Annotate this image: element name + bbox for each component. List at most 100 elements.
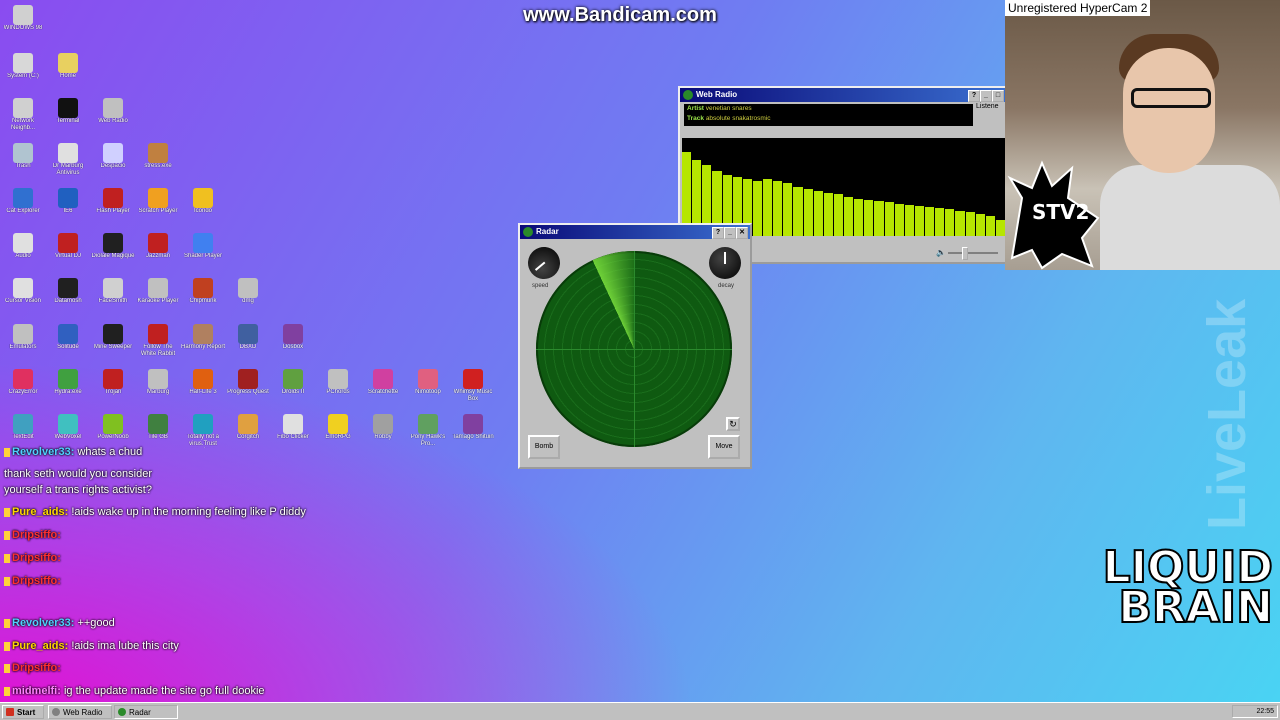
desktop-icon-label: Network Neighb...: [10, 118, 35, 131]
desktop-icon-label: Trojan: [104, 389, 122, 395]
desktop-icon[interactable]: Mine Sweeper: [91, 323, 135, 368]
maximize-button[interactable]: □: [992, 90, 1004, 102]
desktop-icon[interactable]: Dr Marburg Antivirus: [46, 142, 90, 187]
desktop-icon[interactable]: Marburg: [136, 368, 180, 413]
desktop-icon[interactable]: Chipmunk: [181, 277, 225, 322]
desktop-icon[interactable]: Virtual DJ: [46, 232, 90, 277]
desktop-icon[interactable]: Despacio: [91, 142, 135, 187]
refresh-button[interactable]: ↻: [726, 417, 740, 431]
desktop-icon[interactable]: EmoRPG: [316, 413, 360, 458]
radar-help-button[interactable]: ?: [712, 227, 724, 239]
desktop-icon-label: Emulators: [9, 344, 37, 350]
desktop-icon[interactable]: Whimsy Music Box: [451, 368, 495, 413]
desktop-icon[interactable]: Droids II: [271, 368, 315, 413]
desktop-icon[interactable]: Fibo Clicker: [271, 413, 315, 458]
desktop-icon[interactable]: Dosbox: [271, 323, 315, 368]
radio-icon: [103, 98, 123, 118]
bomb-button[interactable]: Bomb: [528, 435, 560, 459]
desktop-icon-label: Corgitch: [236, 434, 260, 440]
desktop-icon-label: Trash: [15, 163, 31, 169]
eye-icon: [58, 278, 78, 298]
desktop-icon[interactable]: Flash Player: [91, 187, 135, 232]
desktop-icon[interactable]: Half-Life 3: [181, 368, 225, 413]
desktop-icon[interactable]: Hydra.exe: [46, 368, 90, 413]
volume-icon[interactable]: 🔈: [936, 248, 946, 257]
radar-title: Radar: [536, 227, 559, 236]
visualizer-bar: [985, 216, 995, 236]
desktop-icon[interactable]: FaceSmith: [91, 277, 135, 322]
desktop-icon[interactable]: Trash: [1, 142, 45, 187]
radar-minimize-button[interactable]: _: [724, 227, 736, 239]
gameboy-icon: [148, 414, 168, 434]
desktop-icon-label: Jazzman: [145, 253, 170, 259]
desktop-icon[interactable]: Network Neighb...: [1, 97, 45, 142]
visualizer-bar: [904, 204, 914, 236]
desktop-icon-label: Despacio: [100, 163, 126, 169]
desktop-icon[interactable]: Robby: [361, 413, 405, 458]
desktop-icon[interactable]: Shader Player: [181, 232, 225, 277]
desktop-icon[interactable]: Progress Quest: [226, 368, 270, 413]
desktop-icon[interactable]: Emulators: [1, 323, 45, 368]
tray-clock[interactable]: 22:55: [1256, 708, 1274, 715]
speed-knob[interactable]: [521, 240, 567, 286]
radar-close-button[interactable]: ✕: [736, 227, 748, 239]
desktop-icon[interactable]: Terminal: [46, 97, 90, 142]
desktop-icon[interactable]: Audio: [1, 232, 45, 277]
move-button[interactable]: Move: [708, 435, 740, 459]
radar-scope[interactable]: [536, 251, 732, 447]
desktop-icon-label: Audio: [15, 253, 31, 259]
textedit-icon: [13, 414, 33, 434]
desktop-icon[interactable]: WINDOWS 98: [1, 4, 45, 49]
taskbar-radar[interactable]: Radar: [114, 705, 178, 719]
radar-window[interactable]: Radar ? _ ✕ speed decay ↻ Bomb Move: [518, 223, 752, 469]
desktop-icon[interactable]: Nimotoop: [406, 368, 450, 413]
desktop-icon[interactable]: IE6: [46, 187, 90, 232]
desktop-icon[interactable]: DBXD: [226, 323, 270, 368]
desktop-icon[interactable]: PChords: [316, 368, 360, 413]
start-button[interactable]: Start: [2, 705, 44, 719]
chat-badge-icon: [4, 553, 10, 563]
desktop-icon[interactable]: Karaoke Player: [136, 277, 180, 322]
desktop-icon[interactable]: Totally not a virus.Trust me...im a dolp…: [181, 413, 225, 458]
desktop-icon[interactable]: Harmony Report: [181, 323, 225, 368]
decay-knob[interactable]: [709, 247, 741, 279]
radar-titlebar[interactable]: Radar ? _ ✕: [520, 225, 750, 239]
taskbar-web-radio[interactable]: Web Radio: [48, 705, 112, 719]
chat-text: yourself a trans rights activist?: [4, 484, 152, 496]
desktop-icon[interactable]: Pony Hawk's Pro...: [406, 413, 450, 458]
desktop-icon[interactable]: Solitude: [46, 323, 90, 368]
desktop-icon[interactable]: Scratchette: [361, 368, 405, 413]
desktop-icon[interactable]: stress.exe: [136, 142, 180, 187]
desktop-icon[interactable]: Cat Explorer: [1, 187, 45, 232]
bottle-icon: [58, 324, 78, 344]
desktop-icon[interactable]: Web Radio: [91, 97, 135, 142]
desktop-icon[interactable]: Tamago Shituin: [451, 413, 495, 458]
volume-slider-thumb[interactable]: [962, 247, 968, 260]
minimize-button[interactable]: _: [980, 90, 992, 102]
chat-badge-icon: [4, 576, 10, 586]
desktop-icon[interactable]: dmg: [226, 277, 270, 322]
desktop-icon[interactable]: Corgitch: [226, 413, 270, 458]
brush-icon: [103, 143, 123, 163]
volume-slider[interactable]: [948, 252, 998, 254]
web-radio-titlebar[interactable]: Web Radio ? _ □: [680, 88, 1006, 102]
desktop-icon[interactable]: CrazyError: [1, 368, 45, 413]
streamer-head: [1123, 48, 1215, 173]
help-button[interactable]: ?: [968, 90, 980, 102]
desktop-icon[interactable]: Jazzman: [136, 232, 180, 277]
face-icon: [103, 278, 123, 298]
desktop-icon[interactable]: Datamosh: [46, 277, 90, 322]
desktop-icon[interactable]: Cursor Vision: [1, 277, 45, 322]
desktop-icon[interactable]: Follow The White Rabbit: [136, 323, 180, 368]
chat-username: Dripsiffo:: [12, 575, 61, 587]
desktop-icon[interactable]: Icondo: [181, 187, 225, 232]
desktop-icon[interactable]: Home: [46, 52, 90, 97]
chat-username: Pure_aids:: [12, 506, 69, 518]
visualizer-bar: [793, 187, 803, 236]
desktop-icon[interactable]: Scratch Player: [136, 187, 180, 232]
desktop-icon[interactable]: Tile GB: [136, 413, 180, 458]
desktop-icon[interactable]: Trojan: [91, 368, 135, 413]
desktop-icon[interactable]: System (C:): [1, 52, 45, 97]
sphere-icon: [193, 233, 213, 253]
desktop-icon[interactable]: Diolale Magique: [91, 232, 135, 277]
